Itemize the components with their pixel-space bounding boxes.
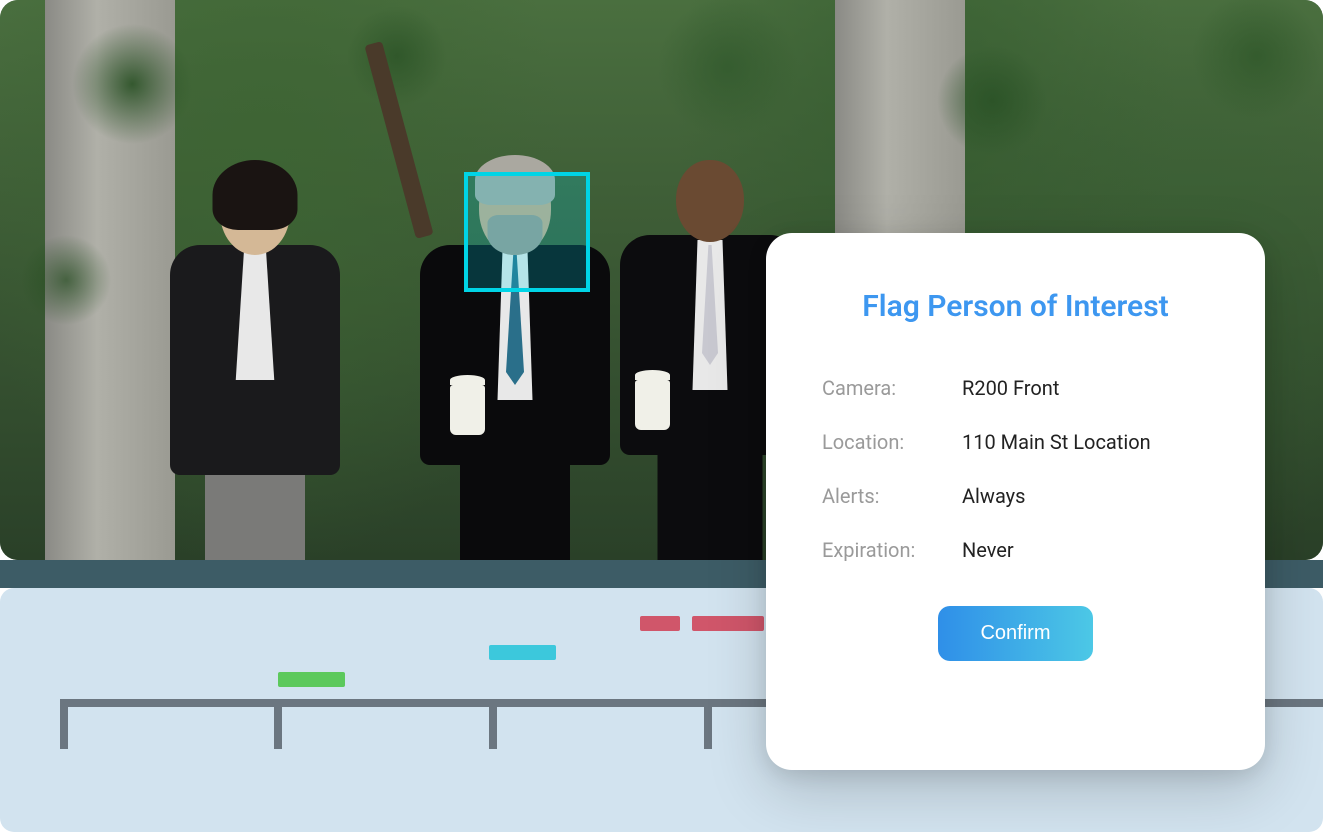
field-expiration: Expiration: Never	[822, 538, 1209, 562]
field-value: R200 Front	[962, 376, 1059, 400]
confirm-button[interactable]: Confirm	[938, 606, 1092, 661]
field-label: Camera:	[822, 376, 962, 400]
timeline-event-red[interactable]	[692, 616, 764, 631]
field-location: Location: 110 Main St Location	[822, 430, 1209, 454]
timeline-tick	[489, 699, 497, 749]
field-label: Expiration:	[822, 538, 962, 562]
field-alerts: Alerts: Always	[822, 484, 1209, 508]
modal-title: Flag Person of Interest	[822, 289, 1209, 324]
field-value: Always	[962, 484, 1025, 508]
timeline-event-red[interactable]	[640, 616, 680, 631]
timeline-event-green[interactable]	[278, 672, 345, 687]
field-value: 110 Main St Location	[962, 430, 1151, 454]
timeline-tick	[60, 699, 68, 749]
field-camera: Camera: R200 Front	[822, 376, 1209, 400]
timeline-tick	[704, 699, 712, 749]
face-detection-box[interactable]	[464, 172, 590, 292]
flag-person-modal: Flag Person of Interest Camera: R200 Fro…	[766, 233, 1265, 770]
person-figure	[160, 170, 350, 560]
field-label: Alerts:	[822, 484, 962, 508]
field-label: Location:	[822, 430, 962, 454]
timeline-tick	[274, 699, 282, 749]
field-value: Never	[962, 538, 1014, 562]
timeline-event-cyan[interactable]	[489, 645, 556, 660]
